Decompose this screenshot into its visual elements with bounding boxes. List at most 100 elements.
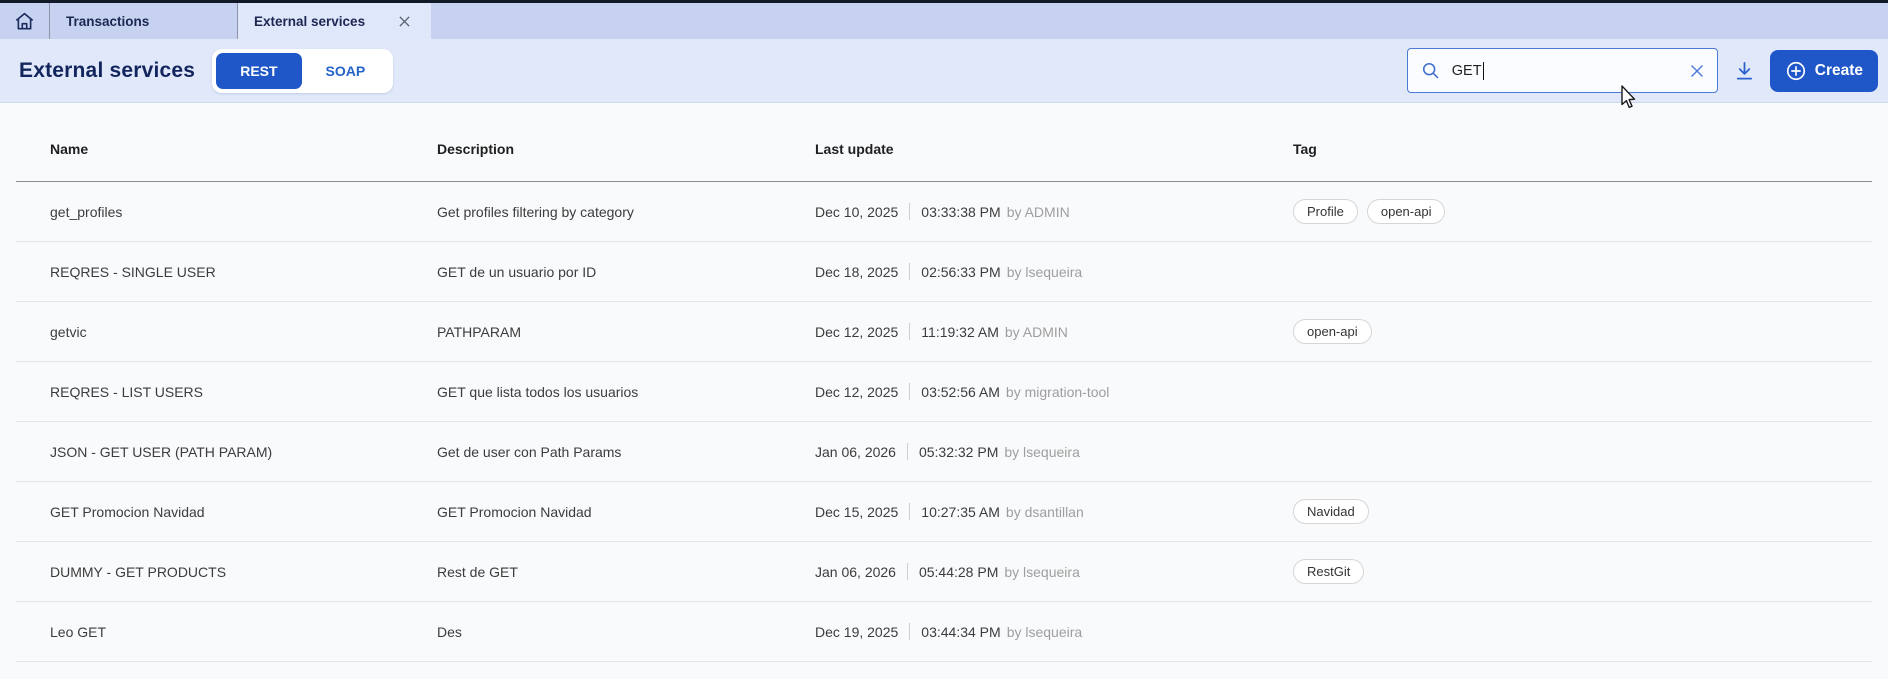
cell-name: REQRES - SINGLE USER	[50, 264, 437, 280]
cell-tags: Profile open-api	[1293, 199, 1872, 224]
create-button-label: Create	[1815, 62, 1863, 80]
cell-time: 11:19:32 AM	[921, 324, 999, 340]
cell-description: Get de user con Path Params	[437, 444, 815, 460]
table-body: get_profiles Get profiles filtering by c…	[16, 182, 1872, 662]
cell-name: get_profiles	[50, 204, 437, 220]
cell-updated-by: by migration-tool	[1006, 384, 1110, 400]
search-input[interactable]: GET	[1407, 48, 1718, 93]
plus-circle-icon	[1785, 60, 1807, 82]
search-icon	[1420, 60, 1441, 81]
table-row[interactable]: getvic PATHPARAM Dec 12, 2025 11:19:32 A…	[16, 302, 1872, 362]
table-row[interactable]: get_profiles Get profiles filtering by c…	[16, 182, 1872, 242]
column-header-name: Name	[50, 141, 437, 157]
cell-date: Dec 12, 2025	[815, 384, 898, 400]
table-row[interactable]: DUMMY - GET PRODUCTS Rest de GET Jan 06,…	[16, 542, 1872, 602]
cell-time: 02:56:33 PM	[921, 264, 1000, 280]
cell-tags: Navidad	[1293, 499, 1872, 524]
cell-date: Dec 15, 2025	[815, 504, 898, 520]
cell-tags: open-api	[1293, 319, 1872, 344]
table-row[interactable]: REQRES - LIST USERS GET que lista todos …	[16, 362, 1872, 422]
cell-updated-by: by lsequeira	[1004, 444, 1080, 460]
toggle-soap-button[interactable]: SOAP	[302, 53, 390, 89]
tab-transactions[interactable]: Transactions	[50, 3, 237, 39]
column-header-tag: Tag	[1293, 141, 1872, 157]
cell-description: GET de un usuario por ID	[437, 264, 815, 280]
home-button[interactable]	[0, 3, 49, 39]
rest-soap-toggle: REST SOAP	[212, 49, 393, 93]
table-header-row: Name Description Last update Tag	[16, 103, 1872, 182]
date-time-divider	[907, 563, 908, 580]
search-value: GET	[1452, 63, 1482, 79]
cell-time: 03:52:56 AM	[921, 384, 1000, 400]
cell-date: Dec 19, 2025	[815, 624, 898, 640]
page-header: External services REST SOAP GET	[0, 39, 1888, 103]
column-header-last-update: Last update	[815, 141, 1293, 157]
cell-last-update: Jan 06, 2026 05:44:28 PM by lsequeira	[815, 563, 1293, 580]
tag-pill: open-api	[1293, 319, 1372, 344]
cell-updated-by: by dsantillan	[1006, 504, 1084, 520]
cell-date: Dec 12, 2025	[815, 324, 898, 340]
cell-description: Rest de GET	[437, 564, 815, 580]
table-row[interactable]: JSON - GET USER (PATH PARAM) Get de user…	[16, 422, 1872, 482]
home-icon	[13, 10, 36, 33]
cell-updated-by: by lsequeira	[1007, 624, 1083, 640]
date-time-divider	[907, 443, 908, 460]
cell-last-update: Dec 15, 2025 10:27:35 AM by dsantillan	[815, 503, 1293, 520]
cell-description: Get profiles filtering by category	[437, 204, 815, 220]
cell-updated-by: by lsequeira	[1004, 564, 1080, 580]
close-icon[interactable]	[398, 15, 411, 28]
cell-tags: RestGit	[1293, 559, 1872, 584]
cell-updated-by: by ADMIN	[1007, 204, 1070, 220]
date-time-divider	[909, 623, 910, 640]
cell-updated-by: by ADMIN	[1005, 324, 1068, 340]
cell-name: JSON - GET USER (PATH PARAM)	[50, 444, 437, 460]
tab-label: Transactions	[66, 14, 149, 29]
cell-name: DUMMY - GET PRODUCTS	[50, 564, 437, 580]
cell-time: 10:27:35 AM	[921, 504, 1000, 520]
cell-last-update: Dec 10, 2025 03:33:38 PM by ADMIN	[815, 203, 1293, 220]
cell-time: 03:33:38 PM	[921, 204, 1000, 220]
date-time-divider	[909, 203, 910, 220]
cell-description: GET Promocion Navidad	[437, 504, 815, 520]
table-row[interactable]: GET Promocion Navidad GET Promocion Navi…	[16, 482, 1872, 542]
cell-last-update: Dec 12, 2025 11:19:32 AM by ADMIN	[815, 323, 1293, 340]
create-button[interactable]: Create	[1770, 50, 1878, 92]
table-row[interactable]: REQRES - SINGLE USER GET de un usuario p…	[16, 242, 1872, 302]
column-header-description: Description	[437, 141, 815, 157]
cell-name: Leo GET	[50, 624, 437, 640]
services-table: Name Description Last update Tag get_pro…	[16, 103, 1872, 662]
tag-pill: open-api	[1367, 199, 1446, 224]
date-time-divider	[909, 383, 910, 400]
cell-date: Dec 18, 2025	[815, 264, 898, 280]
tag-pill: Profile	[1293, 199, 1358, 224]
tag-pill: Navidad	[1293, 499, 1369, 524]
cell-description: GET que lista todos los usuarios	[437, 384, 815, 400]
cell-name: getvic	[50, 324, 437, 340]
page-title: External services	[19, 59, 195, 83]
date-time-divider	[909, 263, 910, 280]
cell-last-update: Dec 18, 2025 02:56:33 PM by lsequeira	[815, 263, 1293, 280]
clear-search-icon[interactable]	[1689, 63, 1705, 79]
cell-name: REQRES - LIST USERS	[50, 384, 437, 400]
tab-label: External services	[254, 14, 365, 29]
cell-last-update: Jan 06, 2026 05:32:32 PM by lsequeira	[815, 443, 1293, 460]
toggle-rest-button[interactable]: REST	[216, 53, 301, 89]
cell-description: PATHPARAM	[437, 324, 815, 340]
download-icon[interactable]	[1734, 60, 1755, 82]
date-time-divider	[909, 323, 910, 340]
cell-updated-by: by lsequeira	[1007, 264, 1083, 280]
cell-time: 03:44:34 PM	[921, 624, 1000, 640]
cell-description: Des	[437, 624, 815, 640]
cell-date: Dec 10, 2025	[815, 204, 898, 220]
cell-last-update: Dec 19, 2025 03:44:34 PM by lsequeira	[815, 623, 1293, 640]
tab-external-services[interactable]: External services	[238, 3, 431, 39]
cell-last-update: Dec 12, 2025 03:52:56 AM by migration-to…	[815, 383, 1293, 400]
tag-pill: RestGit	[1293, 559, 1364, 584]
text-caret	[1483, 62, 1485, 80]
cell-name: GET Promocion Navidad	[50, 504, 437, 520]
tab-bar: Transactions External services	[0, 3, 1888, 39]
cell-time: 05:32:32 PM	[919, 444, 998, 460]
cell-time: 05:44:28 PM	[919, 564, 998, 580]
table-row[interactable]: Leo GET Des Dec 19, 2025 03:44:34 PM by …	[16, 602, 1872, 662]
date-time-divider	[909, 503, 910, 520]
